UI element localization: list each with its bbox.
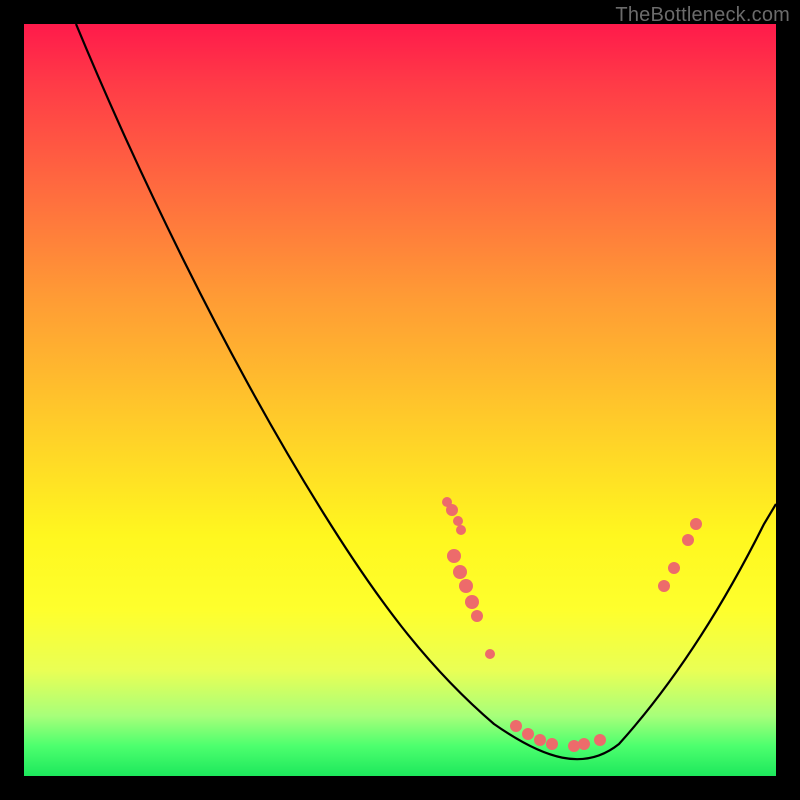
scatter-point <box>522 728 534 740</box>
scatter-point <box>534 734 546 746</box>
scatter-point <box>546 738 558 750</box>
scatter-point <box>578 738 590 750</box>
watermark-text: TheBottleneck.com <box>615 4 790 27</box>
scatter-point <box>465 595 479 609</box>
scatter-point <box>453 565 467 579</box>
scatter-point <box>459 579 473 593</box>
chart-plot-area <box>24 24 776 776</box>
scatter-point <box>485 649 495 659</box>
scatter-point <box>690 518 702 530</box>
scatter-point <box>658 580 670 592</box>
bottleneck-curve <box>76 24 776 759</box>
scatter-point <box>682 534 694 546</box>
scatter-point <box>471 610 483 622</box>
scatter-point <box>446 504 458 516</box>
scatter-point <box>510 720 522 732</box>
scatter-point <box>447 549 461 563</box>
scatter-point <box>668 562 680 574</box>
scatter-point <box>456 525 466 535</box>
scatter-point <box>568 740 580 752</box>
scatter-point <box>453 516 463 526</box>
scatter-point <box>594 734 606 746</box>
chart-svg <box>24 24 776 776</box>
